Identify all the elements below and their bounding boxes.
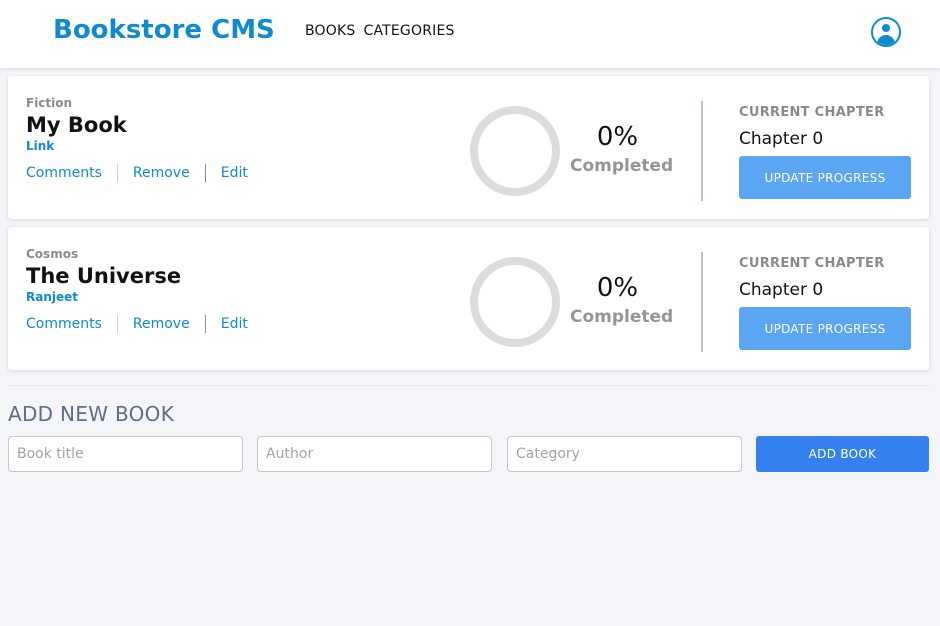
book-title-input[interactable] [8,436,243,472]
add-book-button[interactable]: ADD BOOK [756,436,929,472]
edit-button[interactable]: Edit [221,165,248,181]
progress-percent: 0% [596,273,639,303]
book-author: Ranjeet [26,290,79,304]
book-genre: Fiction [26,96,73,110]
current-chapter-label: CURRENT CHAPTER [739,105,885,120]
user-icon-body [877,35,895,45]
edit-button[interactable]: Edit [221,316,248,332]
progress-circle [470,106,560,196]
book-title: The Universe [26,264,182,288]
current-chapter-value: Chapter 0 [739,280,824,300]
book-genre: Cosmos [26,247,79,261]
section-divider [8,385,929,386]
add-book-heading: ADD NEW BOOK [8,402,175,426]
book-card: Fiction My Book Link Comments Remove Edi… [8,76,929,219]
book-card: Cosmos The Universe Ranjeet Comments Rem… [8,227,929,370]
current-chapter-label: CURRENT CHAPTER [739,256,885,271]
action-divider [116,164,118,182]
user-icon-head [882,24,890,32]
remove-button[interactable]: Remove [133,165,190,181]
nav-books[interactable]: BOOKS [305,23,355,39]
category-input[interactable] [507,436,742,472]
progress-completed-label: Completed [570,307,674,327]
card-divider [701,252,703,352]
comments-button[interactable]: Comments [26,316,102,332]
app-header: Bookstore CMS BOOKS CATEGORIES [0,0,940,68]
action-divider [204,164,206,182]
brand-logo[interactable]: Bookstore CMS [53,15,275,45]
update-progress-button[interactable]: UPDATE PROGRESS [739,156,911,199]
author-input[interactable] [257,436,492,472]
card-divider [701,101,703,201]
book-actions: Comments Remove Edit [26,164,248,182]
book-actions: Comments Remove Edit [26,315,248,333]
progress-percent: 0% [596,122,639,152]
comments-button[interactable]: Comments [26,165,102,181]
progress-circle [470,257,560,347]
book-author: Link [26,139,55,153]
book-title: My Book [26,113,127,137]
update-progress-button[interactable]: UPDATE PROGRESS [739,307,911,350]
remove-button[interactable]: Remove [133,316,190,332]
user-circle-icon[interactable] [871,17,901,47]
action-divider [204,315,206,333]
action-divider [116,315,118,333]
progress-completed-label: Completed [570,156,674,176]
nav-categories[interactable]: CATEGORIES [363,23,454,39]
main-nav: BOOKS CATEGORIES [305,23,455,39]
current-chapter-value: Chapter 0 [739,129,824,149]
